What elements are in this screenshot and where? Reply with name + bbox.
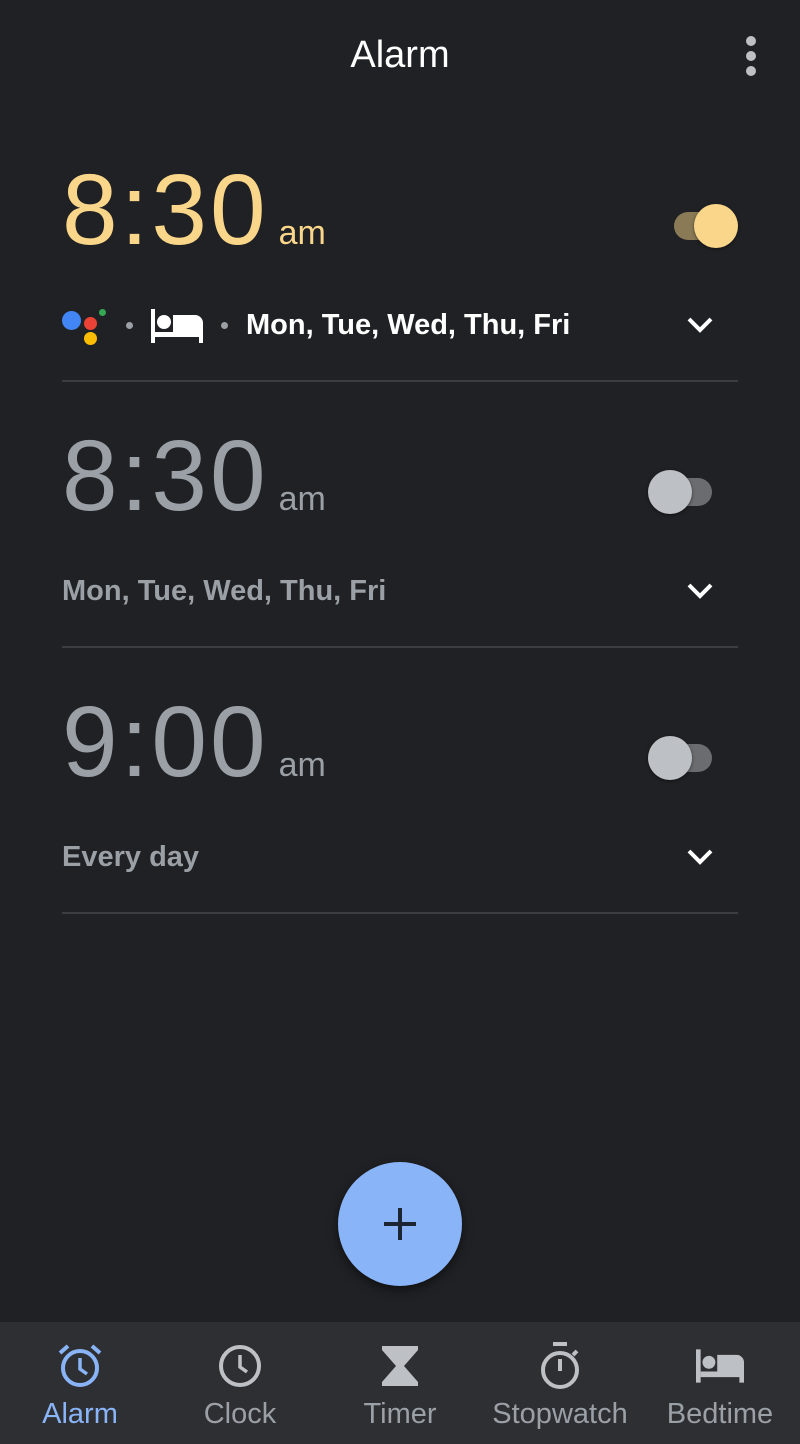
- nav-tab-bedtime[interactable]: Bedtime: [640, 1322, 800, 1444]
- alarm-repeat-days: Mon, Tue, Wed, Thu, Fri: [62, 574, 387, 607]
- add-alarm-button[interactable]: [338, 1162, 462, 1286]
- alarm-repeat-days: Mon, Tue, Wed, Thu, Fri: [246, 308, 571, 341]
- alarm-time-digits: 8:30: [62, 420, 269, 532]
- nav-label: Alarm: [42, 1398, 118, 1430]
- page-title: Alarm: [350, 34, 450, 76]
- alarm-details: Mon, Tue, Wed, Thu, Fri: [62, 305, 738, 345]
- bottom-navigation: Alarm Clock Timer Stopwatch Bedtime: [0, 1322, 800, 1444]
- stopwatch-icon: [541, 1342, 579, 1389]
- nav-tab-clock[interactable]: Clock: [160, 1322, 320, 1444]
- alarm-item[interactable]: 8:30 am Mon, Tue, Wed, Thu, Fri: [62, 426, 738, 692]
- alarm-clock-icon: [58, 1344, 102, 1387]
- alarm-time-digits: 9:00: [62, 686, 269, 798]
- toggle-thumb: [648, 736, 692, 780]
- alarm-time-period: am: [278, 214, 326, 252]
- chevron-down-icon: [687, 317, 713, 333]
- alarm-time[interactable]: 9:00 am: [62, 692, 326, 792]
- alarm-details: Mon, Tue, Wed, Thu, Fri: [62, 571, 738, 611]
- alarm-toggle[interactable]: [648, 470, 720, 514]
- app-bar: Alarm: [0, 0, 800, 112]
- bed-icon: [151, 309, 203, 343]
- nav-label: Clock: [203, 1398, 277, 1430]
- alarm-toggle[interactable]: [648, 736, 720, 780]
- divider: [62, 912, 738, 914]
- plus-icon: [384, 1208, 416, 1240]
- toggle-thumb: [694, 204, 738, 248]
- alarm-repeat-days: Every day: [62, 840, 200, 873]
- alarm-item[interactable]: 9:00 am Every day: [62, 692, 738, 958]
- chevron-down-icon: [687, 849, 713, 865]
- alarm-time-period: am: [278, 746, 326, 784]
- expand-button[interactable]: [682, 305, 718, 345]
- chevron-down-icon: [687, 583, 713, 599]
- nav-tab-stopwatch[interactable]: Stopwatch: [480, 1322, 640, 1444]
- alarm-toggle[interactable]: [666, 204, 738, 248]
- nav-label: Stopwatch: [492, 1398, 628, 1430]
- expand-button[interactable]: [682, 571, 718, 611]
- toggle-thumb: [648, 470, 692, 514]
- separator-dot: [126, 321, 133, 329]
- clock-icon: [219, 1345, 261, 1387]
- bed-icon: [696, 1349, 744, 1383]
- more-vert-dot: [746, 51, 756, 61]
- nav-tab-alarm[interactable]: Alarm: [0, 1322, 160, 1444]
- divider: [62, 380, 738, 382]
- nav-tab-timer[interactable]: Timer: [320, 1322, 480, 1444]
- alarm-details: Every day: [62, 837, 738, 877]
- more-options-button[interactable]: [738, 36, 764, 76]
- nav-label: Timer: [363, 1398, 437, 1430]
- google-assistant-icon: [62, 305, 108, 345]
- alarm-time-digits: 8:30: [62, 154, 269, 266]
- more-vert-icon: [746, 36, 756, 46]
- expand-button[interactable]: [682, 837, 718, 877]
- alarm-item[interactable]: 8:30 am Mon, Tue, Wed, Thu, Fri: [62, 160, 738, 426]
- nav-label: Bedtime: [666, 1398, 774, 1430]
- alarm-time-period: am: [278, 480, 326, 518]
- more-vert-dot: [746, 66, 756, 76]
- divider: [62, 646, 738, 648]
- separator-dot: [221, 321, 228, 329]
- alarm-time[interactable]: 8:30 am: [62, 160, 326, 260]
- alarm-time[interactable]: 8:30 am: [62, 426, 326, 526]
- hourglass-icon: [382, 1346, 418, 1386]
